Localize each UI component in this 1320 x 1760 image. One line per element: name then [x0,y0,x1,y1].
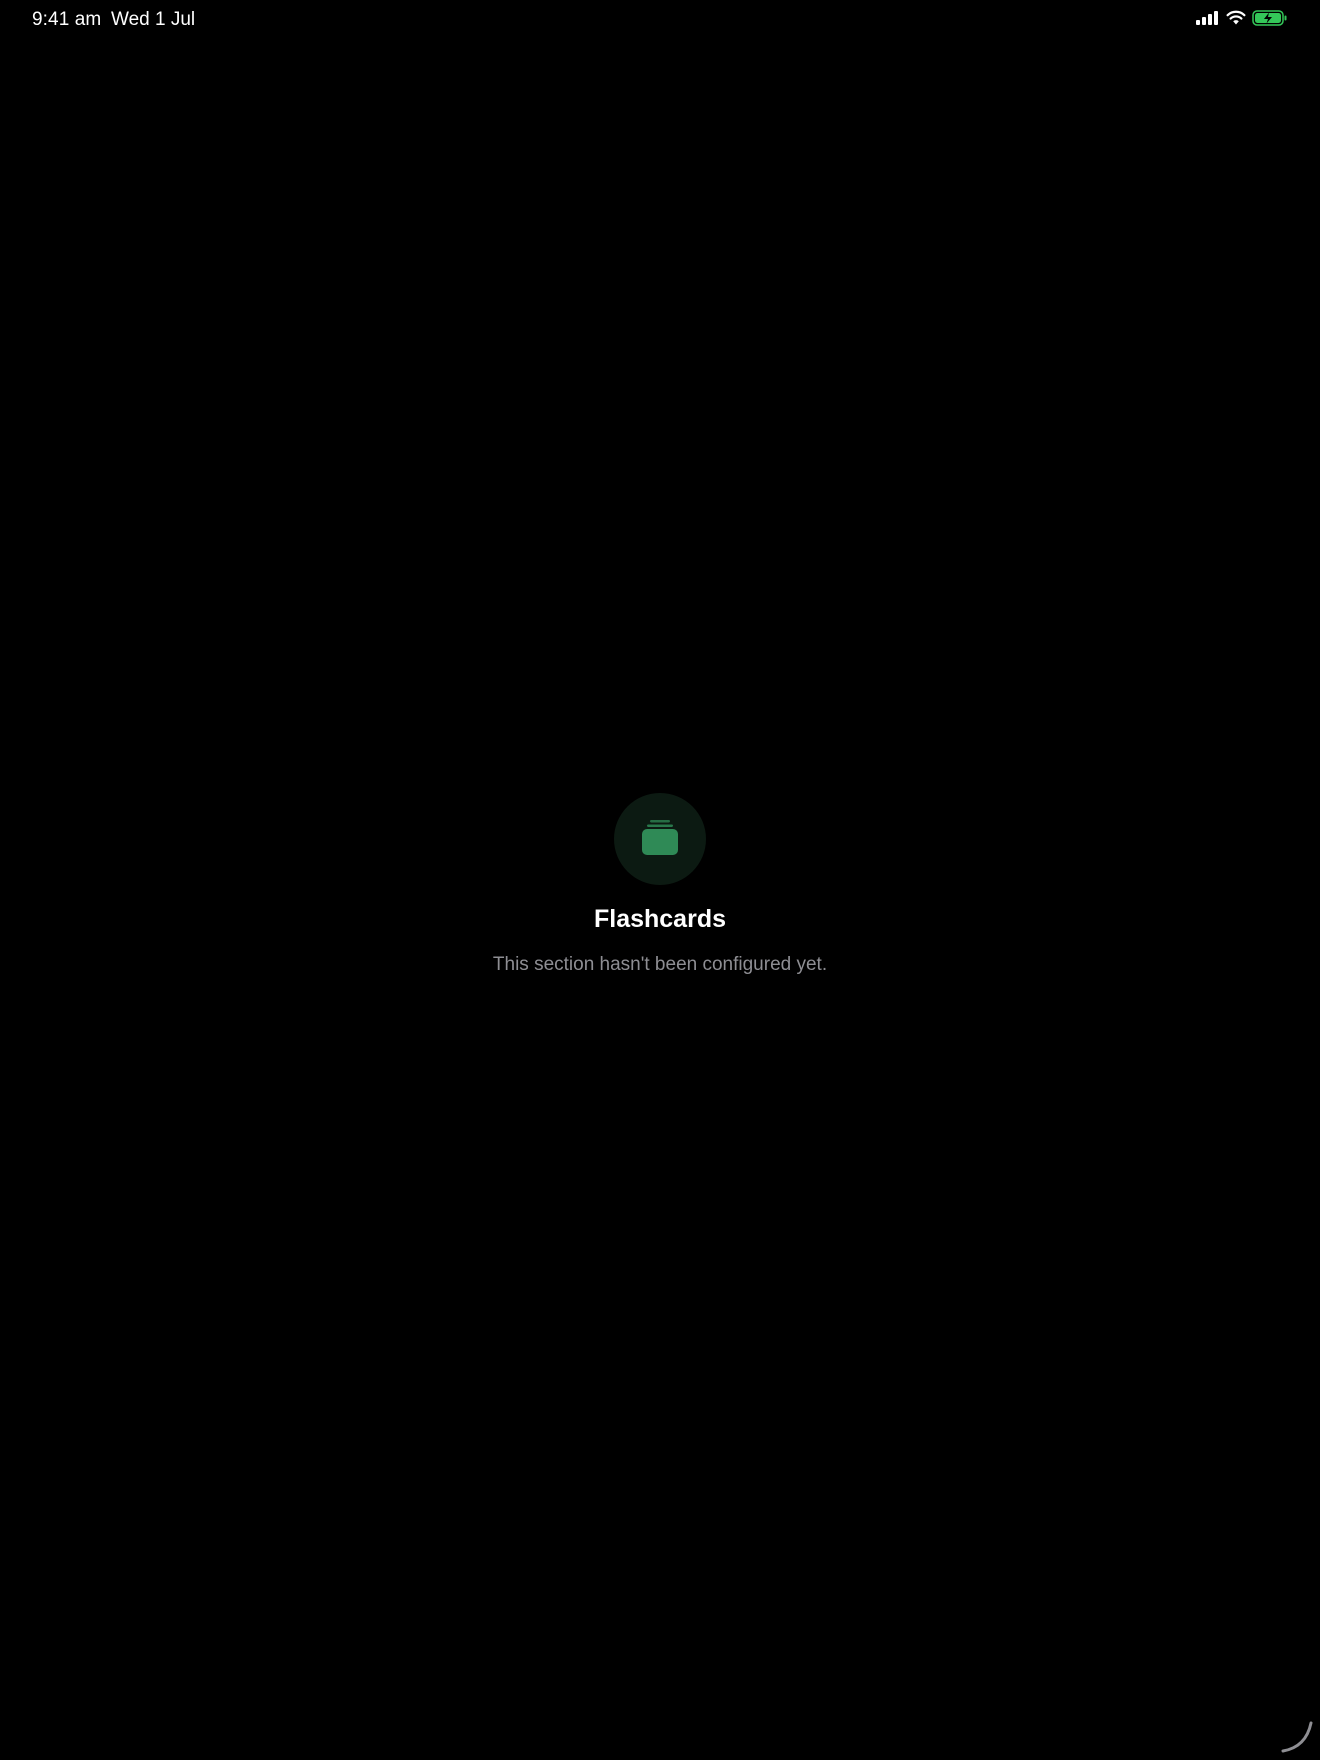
status-date: Wed 1 Jul [111,9,196,30]
empty-state-message: This section hasn't been configured yet. [492,954,828,975]
flashcards-icon-badge [614,793,706,885]
status-icons [1196,9,1288,31]
flashcards-stack-icon [640,817,680,862]
status-time: 9:41 am [32,9,102,30]
resize-handle-icon[interactable] [1280,1720,1314,1754]
battery-charging-icon [1252,9,1288,31]
wifi-icon [1226,10,1246,30]
empty-state: Flashcards This section hasn't been conf… [0,793,1320,976]
status-bar: 9:41 am Wed 1 Jul [0,0,1320,42]
cellular-signal-icon [1196,10,1220,30]
empty-state-title: Flashcards [593,905,726,933]
